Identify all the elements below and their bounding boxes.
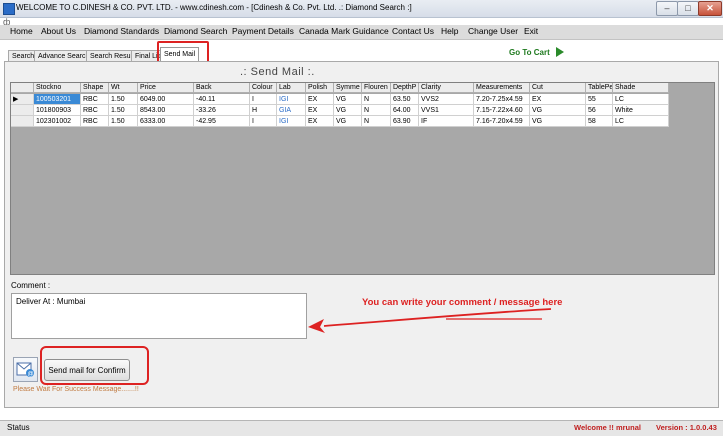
welcome-user-text: Welcome !! mrunal [574,423,641,432]
table-cell[interactable]: I [250,116,277,127]
table-cell[interactable]: 1.50 [109,94,138,105]
menu-home[interactable]: Home [10,26,33,36]
table-cell[interactable]: 64.00 [391,105,419,116]
table-cell[interactable]: 58 [586,116,613,127]
table-cell[interactable]: 63.90 [391,116,419,127]
annotation-arrow-icon [308,308,552,333]
row-header [11,105,34,116]
table-cell[interactable]: EX [306,94,334,105]
table-cell[interactable]: 8543.00 [138,105,194,116]
current-row-indicator: ▶ [11,94,34,105]
go-to-cart-link[interactable]: Go To Cart [509,48,550,57]
table-cell[interactable]: 1.50 [109,105,138,116]
table-cell[interactable]: LC [613,94,669,105]
table-cell[interactable]: N [362,94,391,105]
menu-exit[interactable]: Exit [524,26,538,36]
column-header[interactable]: Stockno [34,83,81,93]
table-cell[interactable]: RBC [81,94,109,105]
table-cell[interactable]: N [362,105,391,116]
send-button-highlight-box [40,346,149,385]
menu-contact-us[interactable]: Contact Us [392,26,434,36]
table-cell[interactable]: 63.50 [391,94,419,105]
table-cell[interactable]: -42.95 [194,116,250,127]
column-header[interactable]: Shape [81,83,109,93]
svg-text:@: @ [28,372,34,378]
menu-change-user[interactable]: Change User [468,26,518,36]
table-cell[interactable]: IGI [277,116,306,127]
minimize-button[interactable]: – [656,1,678,16]
maximize-button[interactable]: □ [677,1,699,16]
table-cell[interactable]: VG [334,94,362,105]
column-header[interactable]: Lab [277,83,306,93]
table-cell[interactable]: 6333.00 [138,116,194,127]
table-cell[interactable]: GIA [277,105,306,116]
table-cell[interactable]: 100503201 [34,94,81,105]
table-cell[interactable]: LC [613,116,669,127]
arrow-right-icon[interactable] [556,47,564,57]
section-title: .: Send Mail :. [240,66,315,78]
table-cell[interactable]: 7.16-7.20x4.59 [474,116,530,127]
column-header[interactable]: DepthP [391,83,419,93]
column-header[interactable]: Flouren [362,83,391,93]
comment-input[interactable]: Deliver At : Mumbai [11,293,307,339]
column-header[interactable]: Cut [530,83,586,93]
column-header[interactable]: TablePe [586,83,613,93]
table-cell[interactable]: -33.26 [194,105,250,116]
app-icon [3,3,15,15]
column-header[interactable]: Shade [613,83,669,93]
table-cell[interactable]: VVS2 [419,94,474,105]
column-header[interactable]: Colour [250,83,277,93]
menu-diamond-standards[interactable]: Diamond Standards [84,26,159,36]
table-cell[interactable]: H [250,105,277,116]
table-cell[interactable]: 6049.00 [138,94,194,105]
table-cell[interactable]: VG [530,105,586,116]
table-cell[interactable]: 7.15-7.22x4.60 [474,105,530,116]
column-header[interactable]: Back [194,83,250,93]
table-cell[interactable]: EX [306,105,334,116]
table-cell[interactable]: White [613,105,669,116]
menu-bar: Home About Us Diamond Standards Diamond … [0,25,723,40]
menu-diamond-search[interactable]: Diamond Search [164,26,227,36]
table-cell[interactable]: 102301002 [34,116,81,127]
table-cell[interactable]: VVS1 [419,105,474,116]
status-label: Status [7,423,30,432]
table-cell[interactable]: VG [334,105,362,116]
table-cell[interactable]: EX [306,116,334,127]
column-header[interactable]: Measurements [474,83,530,93]
column-header[interactable]: Price [138,83,194,93]
table-cell[interactable]: VG [334,116,362,127]
table-cell[interactable]: VG [530,116,586,127]
mail-icon: @ [13,357,38,382]
column-header[interactable]: Clarity [419,83,474,93]
wait-message: Please Wait For Success Message.......!! [13,386,139,393]
column-header[interactable]: Polish [306,83,334,93]
row-header [11,116,34,127]
comment-label: Comment : [11,281,51,290]
table-cell[interactable]: 101800903 [34,105,81,116]
table-cell[interactable]: 55 [586,94,613,105]
menu-canada-mark-guidance[interactable]: Canada Mark Guidance [299,26,389,36]
window-title: WELCOME TO C.DINESH & CO. PVT. LTD. - ww… [16,3,412,12]
column-header[interactable]: Symme [334,83,362,93]
close-button[interactable]: ✕ [698,1,722,16]
table-cell[interactable]: EX [530,94,586,105]
table-cell[interactable]: N [362,116,391,127]
menu-help[interactable]: Help [441,26,458,36]
version-text: Version : 1.0.0.43 [656,423,717,432]
menu-about-us[interactable]: About Us [41,26,76,36]
table-cell[interactable]: I [250,94,277,105]
column-header[interactable]: Wt [109,83,138,93]
table-cell[interactable]: RBC [81,105,109,116]
table-cell[interactable]: 1.50 [109,116,138,127]
grid-corner [11,83,34,93]
table-cell[interactable]: RBC [81,116,109,127]
menu-payment-details[interactable]: Payment Details [232,26,294,36]
table-cell[interactable]: -40.11 [194,94,250,105]
table-cell[interactable]: 7.20-7.25x4.59 [474,94,530,105]
table-cell[interactable]: IF [419,116,474,127]
table-cell[interactable]: IGI [277,94,306,105]
table-cell[interactable]: 56 [586,105,613,116]
